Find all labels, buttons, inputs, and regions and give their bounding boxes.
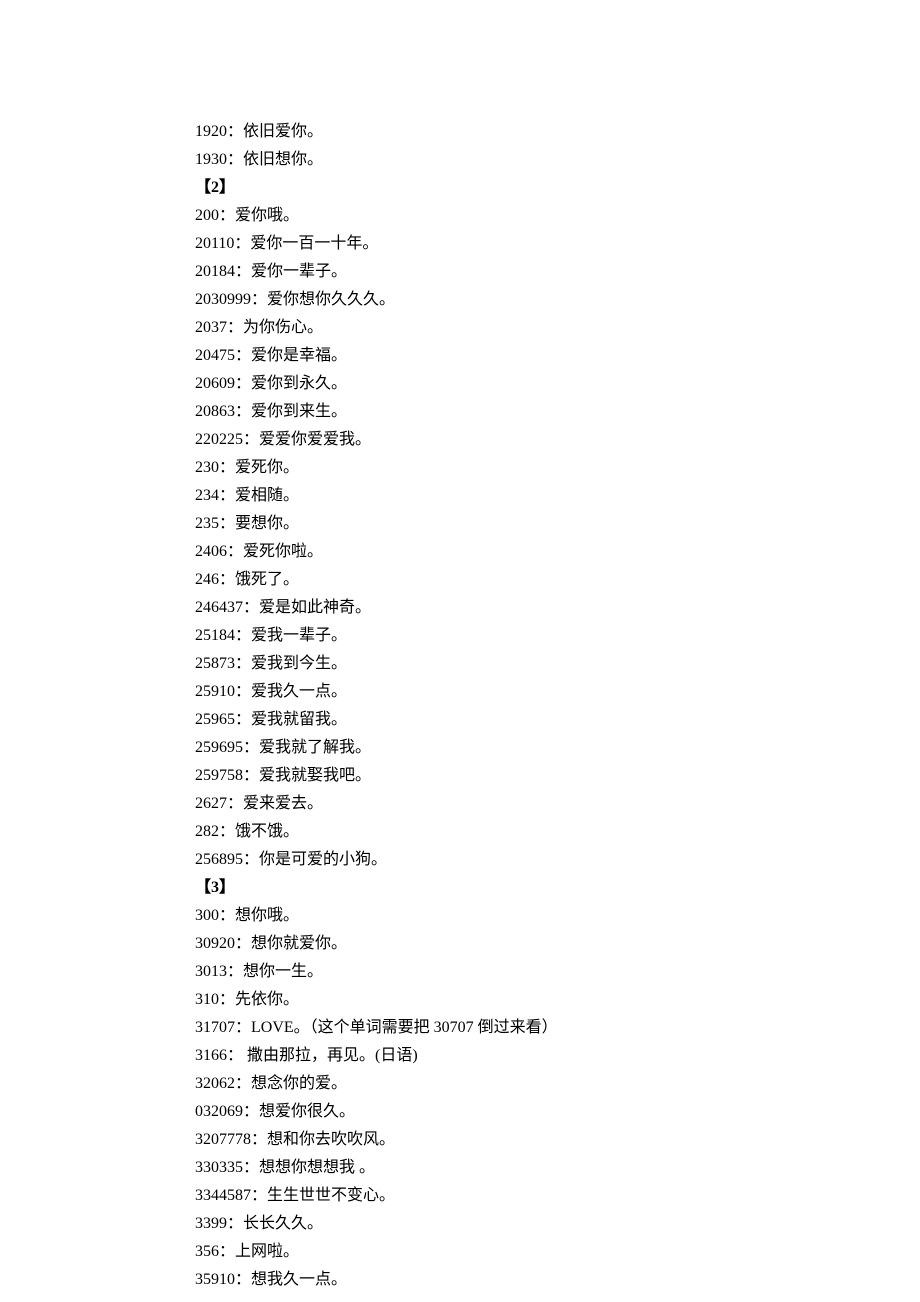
- text-line: 20609：爱你到永久。: [195, 370, 920, 398]
- text-line: 25910：爱我久一点。: [195, 678, 920, 706]
- text-line: 230：爱死你。: [195, 454, 920, 482]
- text-line: 032069：想爱你很久。: [195, 1098, 920, 1126]
- text-line: 246437：爱是如此神奇。: [195, 594, 920, 622]
- text-line: 2406：爱死你啦。: [195, 538, 920, 566]
- text-line: 25184：爱我一辈子。: [195, 622, 920, 650]
- text-line: 20475：爱你是幸福。: [195, 342, 920, 370]
- text-line: 32062：想念你的爱。: [195, 1070, 920, 1098]
- text-line: 282：饿不饿。: [195, 818, 920, 846]
- text-line: 20110：爱你一百一十年。: [195, 230, 920, 258]
- text-line: 3344587：生生世世不变心。: [195, 1182, 920, 1210]
- text-line: 2037：为你伤心。: [195, 314, 920, 342]
- text-line: 246：饿死了。: [195, 566, 920, 594]
- text-line: 2030999：爱你想你久久久。: [195, 286, 920, 314]
- text-line: 259758：爱我就娶我吧。: [195, 762, 920, 790]
- text-line: 31707：LOVE。（这个单词需要把 30707 倒过来看）: [195, 1014, 920, 1042]
- text-line: 30920：想你就爱你。: [195, 930, 920, 958]
- text-line: 2627：爱来爱去。: [195, 790, 920, 818]
- text-line: 256895：你是可爱的小狗。: [195, 846, 920, 874]
- text-line: 235：要想你。: [195, 510, 920, 538]
- text-line: 300：想你哦。: [195, 902, 920, 930]
- text-line: 3166： 撒由那拉，再见。(日语): [195, 1042, 920, 1070]
- text-line: 20863：爱你到来生。: [195, 398, 920, 426]
- text-line: 356：上网啦。: [195, 1238, 920, 1266]
- text-line: 259695：爱我就了解我。: [195, 734, 920, 762]
- text-line: 20184：爱你一辈子。: [195, 258, 920, 286]
- section-header: 【3】: [195, 874, 920, 902]
- text-line: 25873：爱我到今生。: [195, 650, 920, 678]
- text-line: 35910：想我久一点。: [195, 1266, 920, 1294]
- text-line: 3207778：想和你去吹吹风。: [195, 1126, 920, 1154]
- text-line: 310：先依你。: [195, 986, 920, 1014]
- text-line: 234：爱相随。: [195, 482, 920, 510]
- text-line: 1930：依旧想你。: [195, 146, 920, 174]
- text-line: 330335：想想你想想我 。: [195, 1154, 920, 1182]
- text-line: 25965：爱我就留我。: [195, 706, 920, 734]
- text-line: 3399：长长久久。: [195, 1210, 920, 1238]
- text-line: 1920：依旧爱你。: [195, 118, 920, 146]
- document-page: 1920：依旧爱你。1930：依旧想你。【2】200：爱你哦。20110：爱你一…: [0, 0, 920, 1302]
- section-header: 【2】: [195, 174, 920, 202]
- text-line: 220225：爱爱你爱爱我。: [195, 426, 920, 454]
- text-line: 3013：想你一生。: [195, 958, 920, 986]
- text-line: 200：爱你哦。: [195, 202, 920, 230]
